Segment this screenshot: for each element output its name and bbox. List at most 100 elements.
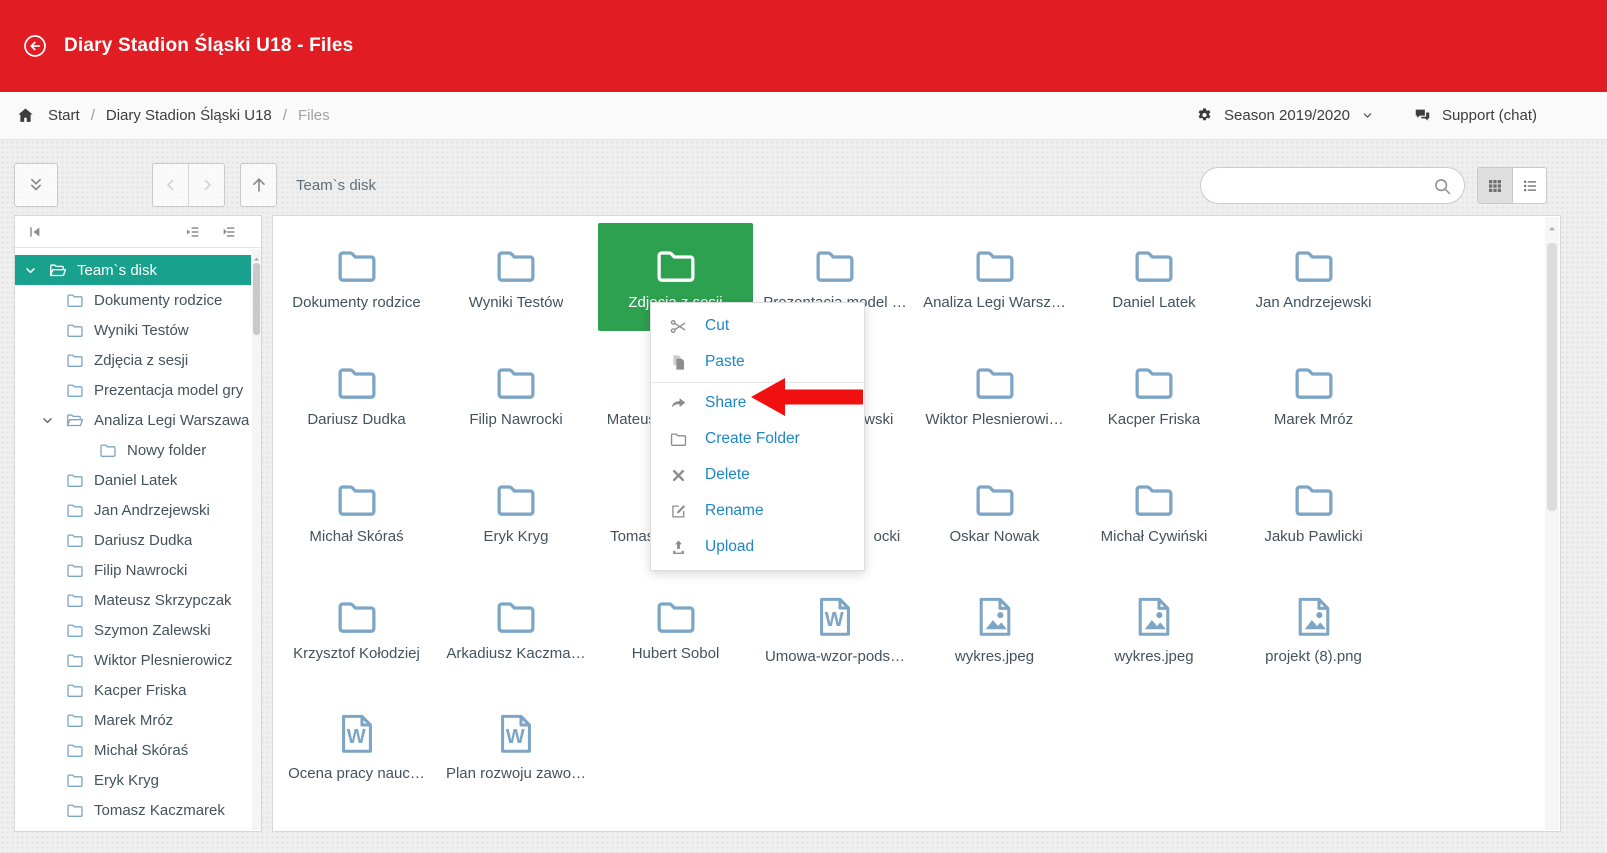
back-circle-icon[interactable] bbox=[22, 33, 48, 59]
sidebar-item-jan-andrzejewski[interactable]: Jan Andrzejewski bbox=[15, 495, 251, 525]
list-view-button[interactable] bbox=[1512, 168, 1546, 203]
grid-item-dariusz-dudka[interactable]: Dariusz Dudka bbox=[279, 340, 434, 448]
menu-item-upload[interactable]: Upload bbox=[651, 529, 864, 565]
collapse-all-icon[interactable] bbox=[185, 224, 201, 240]
grid-item-label: Jan Andrzejewski bbox=[1256, 294, 1372, 311]
grid-item-jakub-pawlicki[interactable]: Jakub Pawlicki bbox=[1236, 457, 1391, 565]
delete-icon bbox=[669, 466, 691, 485]
main-scrollbar[interactable] bbox=[1545, 217, 1559, 830]
grid-item-filip-nawrocki[interactable]: Filip Nawrocki bbox=[439, 340, 594, 448]
nav-forward-button[interactable] bbox=[188, 164, 224, 206]
sidebar-item-zdjęcia-z-sesji[interactable]: Zdjęcia z sesji bbox=[15, 345, 251, 375]
menu-item-create-folder[interactable]: Create Folder bbox=[651, 421, 864, 457]
breadcrumb: Start / Diary Stadion Śląski U18 / Files bbox=[16, 106, 330, 125]
menu-item-label: Delete bbox=[705, 466, 750, 484]
sidebar-scrollbar[interactable] bbox=[252, 249, 261, 830]
menu-item-share[interactable]: Share bbox=[651, 385, 864, 421]
nav-back-button[interactable] bbox=[153, 164, 188, 206]
folder-icon bbox=[64, 801, 86, 820]
sidebar-item-nowy-folder[interactable]: Nowy folder bbox=[15, 435, 251, 465]
grid-item-wykres-jpeg[interactable]: wykres.jpeg bbox=[1077, 574, 1232, 682]
grid-item-krzysztof-kołodziej[interactable]: Krzysztof Kołodziej bbox=[279, 574, 434, 682]
sidebar-item-szymon-zalewski[interactable]: Szymon Zalewski bbox=[15, 615, 251, 645]
sidebar-item-analiza-legi-warszawa[interactable]: Analiza Legi Warszawa bbox=[15, 405, 251, 435]
collapse-toolbar-button[interactable] bbox=[14, 163, 58, 207]
search-input[interactable] bbox=[1201, 168, 1464, 203]
scroll-up-icon[interactable] bbox=[252, 251, 261, 260]
grid-item-umowa-wzor-pods[interactable]: W Umowa-wzor-pods… bbox=[758, 574, 913, 682]
grid-item-label: Wyniki Testów bbox=[469, 294, 564, 311]
sidebar-item-dokumenty-rodzice[interactable]: Dokumenty rodzice bbox=[15, 285, 251, 315]
folder-icon bbox=[64, 591, 86, 610]
sidebar-scroll-thumb[interactable] bbox=[253, 263, 260, 335]
share-icon bbox=[669, 394, 691, 413]
sidebar-item-michał-skóraś[interactable]: Michał Skóraś bbox=[15, 735, 251, 765]
svg-text:W: W bbox=[346, 726, 365, 748]
go-up-button[interactable] bbox=[240, 163, 277, 207]
grid-item-michał-skóraś[interactable]: Michał Skóraś bbox=[279, 457, 434, 565]
sidebar-item-filip-nawrocki[interactable]: Filip Nawrocki bbox=[15, 555, 251, 585]
grid-item-analiza-legi-warsz[interactable]: Analiza Legi Warsz… bbox=[917, 223, 1072, 331]
grid-item-dokumenty-rodzice[interactable]: Dokumenty rodzice bbox=[279, 223, 434, 331]
sidebar-item-daniel-latek[interactable]: Daniel Latek bbox=[15, 465, 251, 495]
chevron-down-icon[interactable] bbox=[23, 262, 47, 278]
breadcrumb-diary[interactable]: Diary Stadion Śląski U18 bbox=[106, 107, 272, 124]
image-file-icon bbox=[1291, 591, 1337, 643]
search-icon[interactable] bbox=[1432, 176, 1453, 197]
grid-item-oskar-nowak[interactable]: Oskar Nowak bbox=[917, 457, 1072, 565]
season-selector[interactable]: Season 2019/2020 bbox=[1195, 106, 1375, 125]
paste-icon bbox=[669, 353, 691, 372]
menu-item-delete[interactable]: Delete bbox=[651, 457, 864, 493]
sidebar-item-mateusz-skrzypczak[interactable]: Mateusz Skrzypczak bbox=[15, 585, 251, 615]
grid-item-projekt-8-png[interactable]: projekt (8).png bbox=[1236, 574, 1391, 682]
sidebar-item-label: Jan Andrzejewski bbox=[94, 502, 210, 519]
sidebar-item-team-s-disk[interactable]: Team`s disk bbox=[15, 255, 251, 285]
grid-view-button[interactable] bbox=[1478, 168, 1512, 203]
main-scroll-thumb[interactable] bbox=[1547, 243, 1557, 511]
grid-item-kacper-friska[interactable]: Kacper Friska bbox=[1077, 340, 1232, 448]
menu-item-rename[interactable]: Rename bbox=[651, 493, 864, 529]
sidebar-item-prezentacja-model-gry[interactable]: Prezentacja model gry bbox=[15, 375, 251, 405]
folder-icon bbox=[1287, 360, 1341, 406]
chevron-down-icon[interactable] bbox=[40, 412, 64, 428]
sidebar-item-wiktor-plesnierowicz[interactable]: Wiktor Plesnierowicz bbox=[15, 645, 251, 675]
grid-item-label: wykres.jpeg bbox=[955, 648, 1034, 665]
grid-item-wiktor-plesnierowi[interactable]: Wiktor Plesnierowi… bbox=[917, 340, 1072, 448]
folder-icon bbox=[649, 594, 703, 640]
grid-item-eryk-kryg[interactable]: Eryk Kryg bbox=[439, 457, 594, 565]
support-chat[interactable]: Support (chat) bbox=[1413, 106, 1537, 125]
grid-item-daniel-latek[interactable]: Daniel Latek bbox=[1077, 223, 1232, 331]
expand-all-icon[interactable] bbox=[221, 224, 237, 240]
grid-item-michał-cywiński[interactable]: Michał Cywiński bbox=[1077, 457, 1232, 565]
folder-icon bbox=[330, 360, 384, 406]
grid-item-arkadiusz-kaczma[interactable]: Arkadiusz Kaczma… bbox=[439, 574, 594, 682]
grid-item-wyniki-testów[interactable]: Wyniki Testów bbox=[439, 223, 594, 331]
sidebar-item-label: Daniel Latek bbox=[94, 472, 177, 489]
menu-item-cut[interactable]: Cut bbox=[651, 308, 864, 344]
sidebar-item-marek-mróz[interactable]: Marek Mróz bbox=[15, 705, 251, 735]
breadcrumb-separator: / bbox=[283, 107, 287, 124]
grid-item-wykres-jpeg[interactable]: wykres.jpeg bbox=[917, 574, 1072, 682]
file-panel: Dokumenty rodzice Wyniki Testów Zdjęcia … bbox=[272, 215, 1561, 832]
grid-item-marek-mróz[interactable]: Marek Mróz bbox=[1236, 340, 1391, 448]
folder-icon bbox=[64, 561, 86, 580]
sidebar-item-eryk-kryg[interactable]: Eryk Kryg bbox=[15, 765, 251, 795]
folder-icon bbox=[64, 651, 86, 670]
sidebar-item-label: Prezentacja model gry bbox=[94, 382, 243, 399]
menu-item-paste[interactable]: Paste bbox=[651, 344, 864, 380]
folder-icon bbox=[64, 681, 86, 700]
sidebar-item-tomasz-kaczmarek[interactable]: Tomasz Kaczmarek bbox=[15, 795, 251, 825]
view-toggle-group bbox=[1477, 167, 1547, 204]
sidebar-item-wyniki-testów[interactable]: Wyniki Testów bbox=[15, 315, 251, 345]
sidebar-item-dariusz-dudka[interactable]: Dariusz Dudka bbox=[15, 525, 251, 555]
folder-icon bbox=[330, 594, 384, 640]
grid-item-ocena-pracy-nauc[interactable]: W Ocena pracy nauc… bbox=[279, 691, 434, 799]
collapse-panel-icon[interactable] bbox=[27, 224, 43, 240]
home-icon[interactable] bbox=[16, 106, 35, 125]
breadcrumb-start[interactable]: Start bbox=[48, 107, 80, 124]
grid-item-hubert-sobol[interactable]: Hubert Sobol bbox=[598, 574, 753, 682]
grid-item-jan-andrzejewski[interactable]: Jan Andrzejewski bbox=[1236, 223, 1391, 331]
scroll-up-icon[interactable] bbox=[1547, 221, 1557, 231]
sidebar-item-kacper-friska[interactable]: Kacper Friska bbox=[15, 675, 251, 705]
grid-item-plan-rozwoju-zawo[interactable]: W Plan rozwoju zawo… bbox=[439, 691, 594, 799]
